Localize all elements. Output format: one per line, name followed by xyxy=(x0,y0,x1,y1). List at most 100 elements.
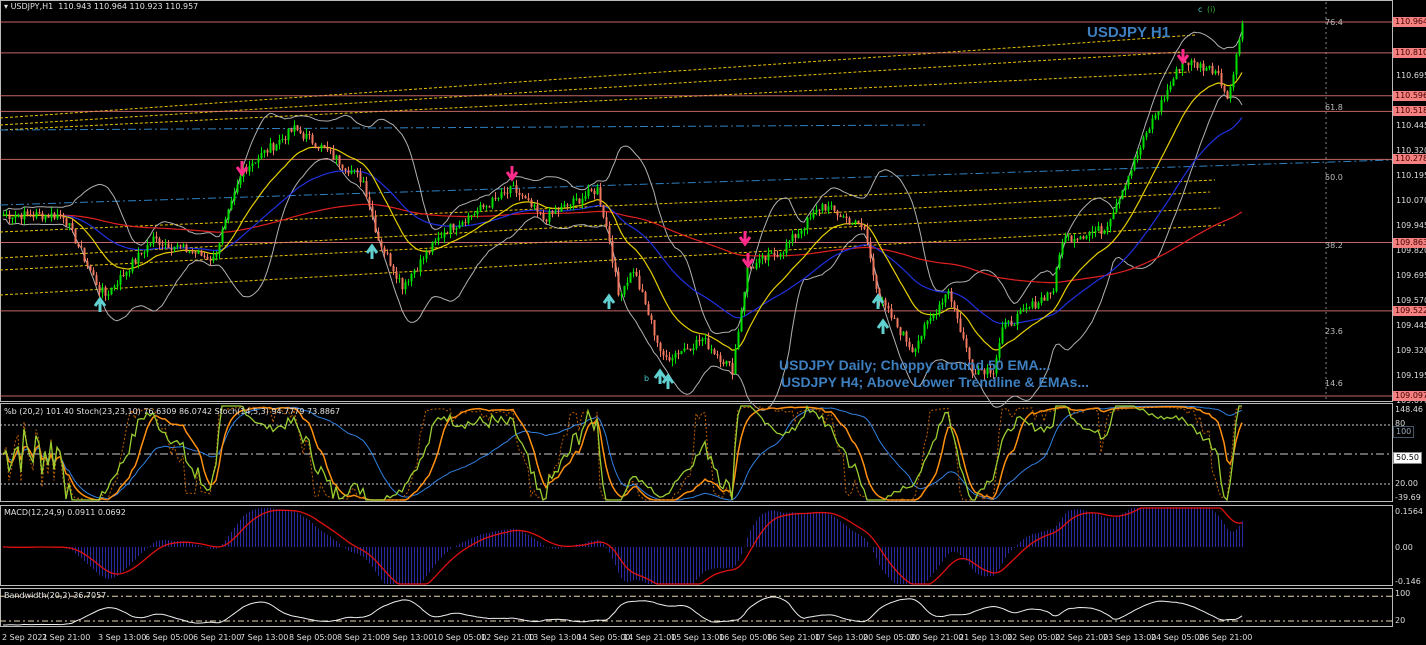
candle-body xyxy=(1082,236,1085,239)
ema-fast-line xyxy=(2,72,1243,351)
candle-body xyxy=(47,215,50,218)
time-tick: 21 Sep 13:00 xyxy=(959,633,1013,642)
candle-body xyxy=(254,162,257,164)
candle-body xyxy=(452,223,455,230)
candle-body xyxy=(902,331,905,336)
candle-body xyxy=(164,243,167,245)
candle-body xyxy=(665,355,668,358)
symbol-header[interactable]: ▾ USDJPY,H1 110.943 110.964 110.923 110.… xyxy=(4,2,198,12)
price-tick: 109.570 xyxy=(1396,296,1426,306)
candle-body xyxy=(236,184,239,193)
price-tick: 109.695 xyxy=(1396,271,1426,281)
candle-body xyxy=(950,291,953,302)
candle-body xyxy=(449,223,452,234)
candle-body xyxy=(179,245,182,247)
candle-body xyxy=(674,353,677,359)
candle-body xyxy=(374,216,377,232)
time-tick: 12 Sep 21:00 xyxy=(481,633,535,642)
candle-body xyxy=(1193,60,1196,63)
candle-body xyxy=(869,242,872,259)
candle-body xyxy=(686,348,689,350)
candle-body xyxy=(548,211,551,222)
candle-body xyxy=(350,170,353,174)
candle-body xyxy=(920,335,923,341)
candle-body xyxy=(890,308,893,318)
candle-body xyxy=(407,281,410,283)
candle-body xyxy=(683,348,686,352)
candle-body xyxy=(803,228,806,231)
candle-body xyxy=(146,245,149,253)
candle-body xyxy=(647,304,650,316)
candle-body xyxy=(269,143,272,153)
candle-body xyxy=(776,255,779,257)
candle-body xyxy=(1145,132,1148,138)
candle-body xyxy=(188,251,191,253)
candle-body xyxy=(842,216,845,218)
yellow-trendline xyxy=(0,71,1191,131)
time-tick: 22 Sep 21:00 xyxy=(1055,633,1109,642)
candle-body xyxy=(743,291,746,311)
chart-canvas[interactable] xyxy=(0,0,1426,645)
candle-body xyxy=(836,210,839,216)
candle-body xyxy=(77,243,80,247)
candle-body xyxy=(749,266,752,268)
candle-body xyxy=(914,348,917,352)
price-tick: 110.695 xyxy=(1396,70,1426,80)
candle-body xyxy=(956,309,959,319)
candle-body xyxy=(884,299,887,306)
candle-body xyxy=(293,125,296,132)
fib-level-label: 50.0 xyxy=(1325,173,1343,182)
price-tick: 109.445 xyxy=(1396,321,1426,331)
candle-body xyxy=(1106,226,1109,231)
candle-body xyxy=(677,353,680,355)
price-level-label: 110.518 xyxy=(1393,106,1426,117)
candle-body xyxy=(89,265,92,271)
candle-body xyxy=(41,213,44,220)
candle-body xyxy=(1073,238,1076,242)
candle-body xyxy=(278,139,281,145)
candle-body xyxy=(416,270,419,272)
price-tick: 110.195 xyxy=(1396,171,1426,181)
candle-body xyxy=(710,349,713,351)
candle-body xyxy=(650,315,653,320)
candle-body xyxy=(317,147,320,149)
candle-body xyxy=(953,301,956,310)
candle-body xyxy=(626,282,629,286)
candle-body xyxy=(947,291,950,295)
percent-b-line xyxy=(2,404,1242,502)
candle-body xyxy=(602,204,605,218)
candle-body xyxy=(590,189,593,191)
candle-body xyxy=(1151,118,1154,130)
candle-body xyxy=(887,305,890,309)
candle-body xyxy=(872,258,875,276)
candle-body xyxy=(410,273,413,282)
macd-max: 0.1564 xyxy=(1395,507,1423,516)
candle-body xyxy=(491,197,494,208)
candle-body xyxy=(1022,309,1025,311)
price-tick: 109.820 xyxy=(1396,246,1426,256)
buy-arrow-icon xyxy=(93,296,107,312)
candle-body xyxy=(857,220,860,224)
candle-body xyxy=(839,215,842,218)
candle-body xyxy=(539,211,542,213)
candle-body xyxy=(1007,320,1010,323)
candle-body xyxy=(1124,185,1127,191)
candle-body xyxy=(26,211,29,215)
candle-body xyxy=(689,348,692,351)
candle-body xyxy=(770,252,773,254)
candle-body xyxy=(1223,85,1226,92)
candle-body xyxy=(482,205,485,208)
candle-body xyxy=(122,274,125,276)
candle-body xyxy=(290,128,293,132)
candle-body xyxy=(524,196,527,199)
candle-body xyxy=(707,338,710,350)
candle-body xyxy=(119,274,122,285)
candle-body xyxy=(488,206,491,208)
yellow-trendline xyxy=(0,51,1181,126)
bandwidth-line xyxy=(3,596,1243,626)
candle-body xyxy=(50,213,53,218)
candle-body xyxy=(467,215,470,224)
candle-body xyxy=(1085,235,1088,239)
time-tick: 16 Sep 05:00 xyxy=(719,633,773,642)
candle-body xyxy=(719,355,722,362)
